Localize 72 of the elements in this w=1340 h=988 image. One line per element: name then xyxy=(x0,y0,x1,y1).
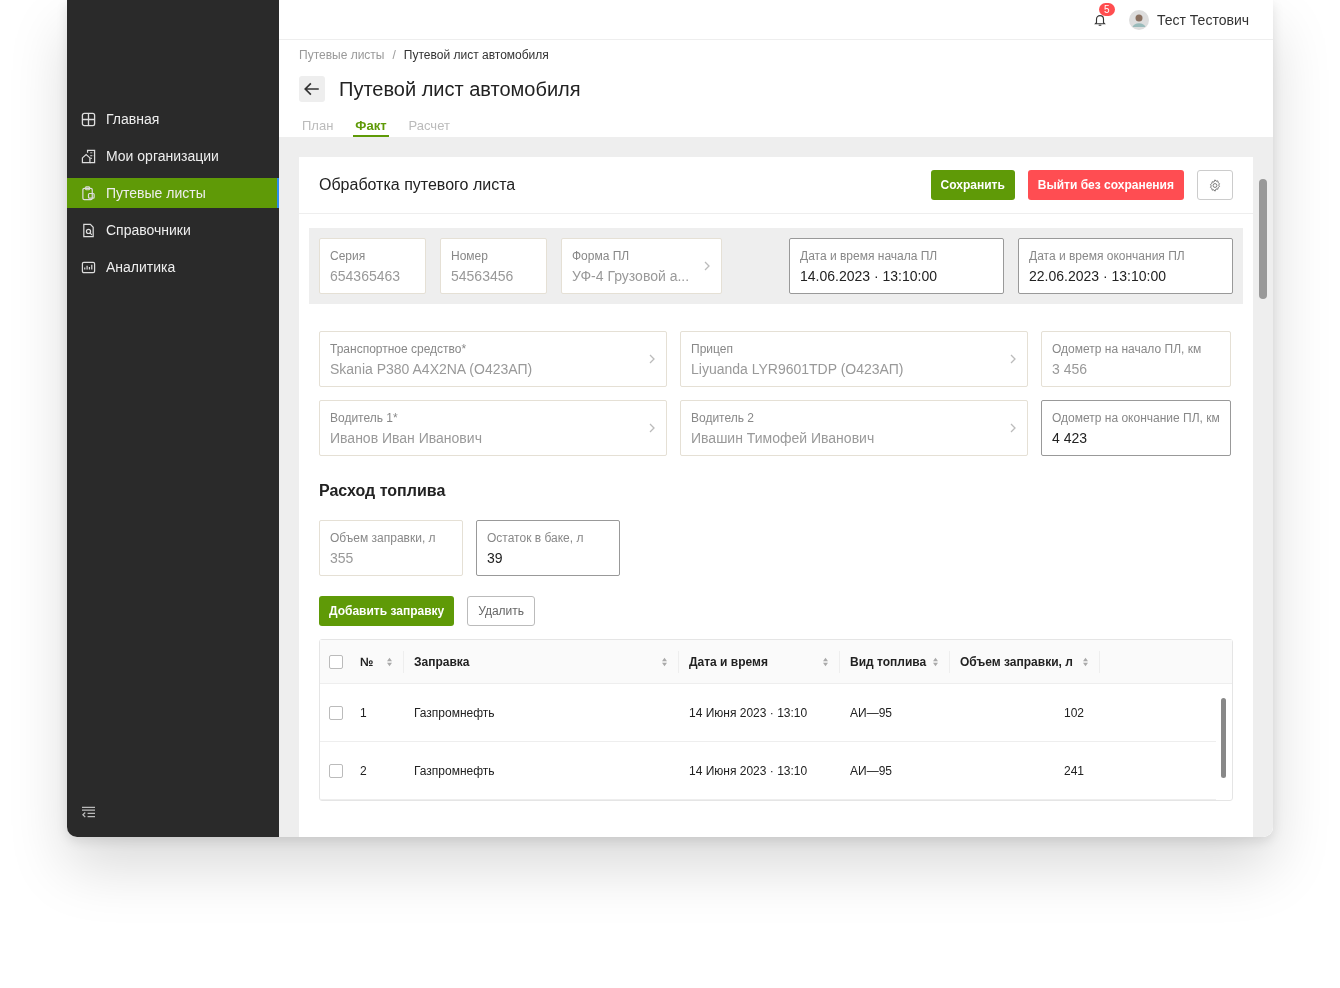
chevron-icon xyxy=(648,422,656,434)
card-title: Обработка путевого листа xyxy=(319,176,516,194)
form-field[interactable]: Дата и время окончания ПЛ 22.06.2023 · 13:10:00 xyxy=(1018,238,1233,294)
sidebar-item[interactable]: Путевые листы xyxy=(67,178,279,208)
page-title: Путевой лист автомобиля xyxy=(339,77,581,101)
chevron-icon xyxy=(1009,353,1017,365)
grid-icon xyxy=(81,111,96,127)
clipboard-icon xyxy=(81,185,96,201)
sort-icon[interactable] xyxy=(932,656,939,667)
document-icon xyxy=(81,222,96,238)
settings-button[interactable] xyxy=(1197,170,1233,200)
tab[interactable]: Расчет xyxy=(408,118,450,137)
column-header[interactable]: Объем заправки, л xyxy=(960,654,1073,669)
table-cell: Газпромнефть xyxy=(414,763,495,778)
column-header[interactable]: Вид топлива xyxy=(850,654,927,669)
sidebar-item[interactable]: Главная xyxy=(67,104,279,134)
form-field[interactable]: Серия 654365463 xyxy=(319,238,426,294)
form-field[interactable]: Одометр на окончание ПЛ, км 4 423 xyxy=(1041,400,1231,456)
sidebar-item[interactable]: Аналитика xyxy=(67,252,279,282)
table-cell: АИ—95 xyxy=(850,705,892,720)
sidebar-item[interactable]: Справочники xyxy=(67,215,279,245)
form-field[interactable]: Прицеп Liyuanda LYR9601TDP (О423АП) xyxy=(680,331,1028,387)
back-button[interactable] xyxy=(299,76,325,102)
chevron-icon xyxy=(1009,422,1017,434)
sort-icon[interactable] xyxy=(822,656,829,667)
table-cell: Газпромнефть xyxy=(414,705,495,720)
breadcrumb-link[interactable]: Путевой лист автомобиля xyxy=(403,48,549,62)
section-title: Расход топлива xyxy=(319,482,447,500)
form-field[interactable]: Объем заправки, л 355 xyxy=(319,520,463,576)
table-cell: 241 xyxy=(1063,763,1084,778)
table-cell: 14 Июня 2023 · 13:10 xyxy=(689,763,808,778)
sort-icon[interactable] xyxy=(386,656,393,667)
form-field[interactable]: Дата и время начала ПЛ 14.06.2023 · 13:10:00 xyxy=(789,238,1004,294)
table-cell: 14 Июня 2023 · 13:10 xyxy=(689,705,808,720)
form-field[interactable]: Форма ПЛ УФ-4 Грузовой а... xyxy=(561,238,722,294)
arrow-left-icon xyxy=(303,80,321,98)
tab[interactable]: План xyxy=(302,118,334,137)
table-cell: 2 xyxy=(360,763,367,778)
form-field[interactable]: Одометр на начало ПЛ, км 3 456 xyxy=(1041,331,1231,387)
checkbox[interactable] xyxy=(329,705,343,720)
checkbox[interactable] xyxy=(329,654,343,669)
exit-button[interactable]: Выйти без сохранения xyxy=(1027,170,1184,200)
add-refuel-button[interactable]: Добавить заправку xyxy=(319,596,455,626)
delete-button[interactable]: Удалить xyxy=(467,596,536,626)
chart-icon xyxy=(81,259,96,275)
avatar[interactable] xyxy=(1129,9,1149,30)
chevron-icon xyxy=(648,353,656,365)
save-button[interactable]: Сохранить xyxy=(930,170,1015,200)
breadcrumb-separator: / xyxy=(392,48,396,62)
bell-icon[interactable] xyxy=(1093,12,1107,27)
column-header[interactable]: Дата и время xyxy=(689,654,768,669)
form-field[interactable]: Номер 54563456 xyxy=(440,238,547,294)
form-field[interactable]: Транспортное средство* Skania P380 A4X2NA (О423АП) xyxy=(319,331,667,387)
user-name[interactable]: Тест Тестович xyxy=(1157,11,1249,28)
column-header[interactable]: № xyxy=(360,654,374,669)
chevron-icon xyxy=(703,260,711,272)
buildings-icon xyxy=(81,148,96,164)
column-header[interactable]: Заправка xyxy=(414,654,470,669)
form-field[interactable]: Водитель 2 Ивашин Тимофей Иванович xyxy=(680,400,1028,456)
form-field[interactable]: Остаток в баке, л 39 xyxy=(476,520,620,576)
sort-icon[interactable] xyxy=(661,656,668,667)
collapse-menu-icon[interactable] xyxy=(81,806,96,819)
form-field[interactable]: Водитель 1* Иванов Иван Иванович xyxy=(319,400,667,456)
table-cell: 1 xyxy=(360,705,367,720)
table-cell: АИ—95 xyxy=(850,763,892,778)
table-cell: 102 xyxy=(1063,705,1084,720)
breadcrumb-link[interactable]: Путевые листы xyxy=(299,48,385,62)
settings-icon xyxy=(1208,177,1222,193)
notification-badge: 5 xyxy=(1099,2,1115,16)
sidebar-item[interactable]: Мои организации xyxy=(67,141,279,171)
checkbox[interactable] xyxy=(329,763,343,778)
sort-icon[interactable] xyxy=(1082,656,1089,667)
